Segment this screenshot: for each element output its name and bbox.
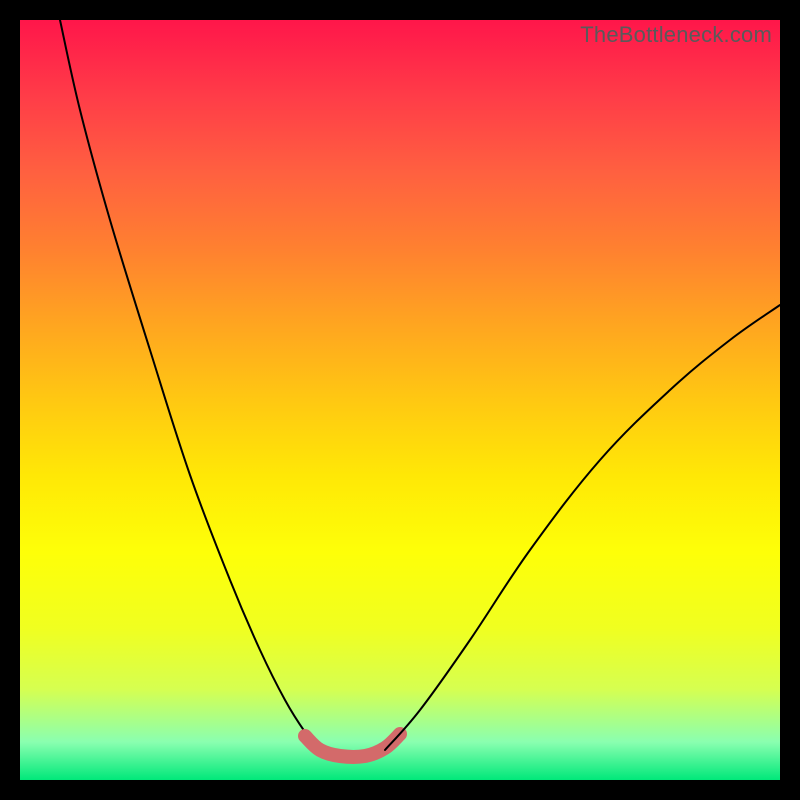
trough-highlight — [305, 734, 400, 757]
left-curve — [60, 20, 320, 750]
right-curve — [385, 305, 780, 750]
chart-plot-area: TheBottleneck.com — [20, 20, 780, 780]
chart-svg — [20, 20, 780, 780]
